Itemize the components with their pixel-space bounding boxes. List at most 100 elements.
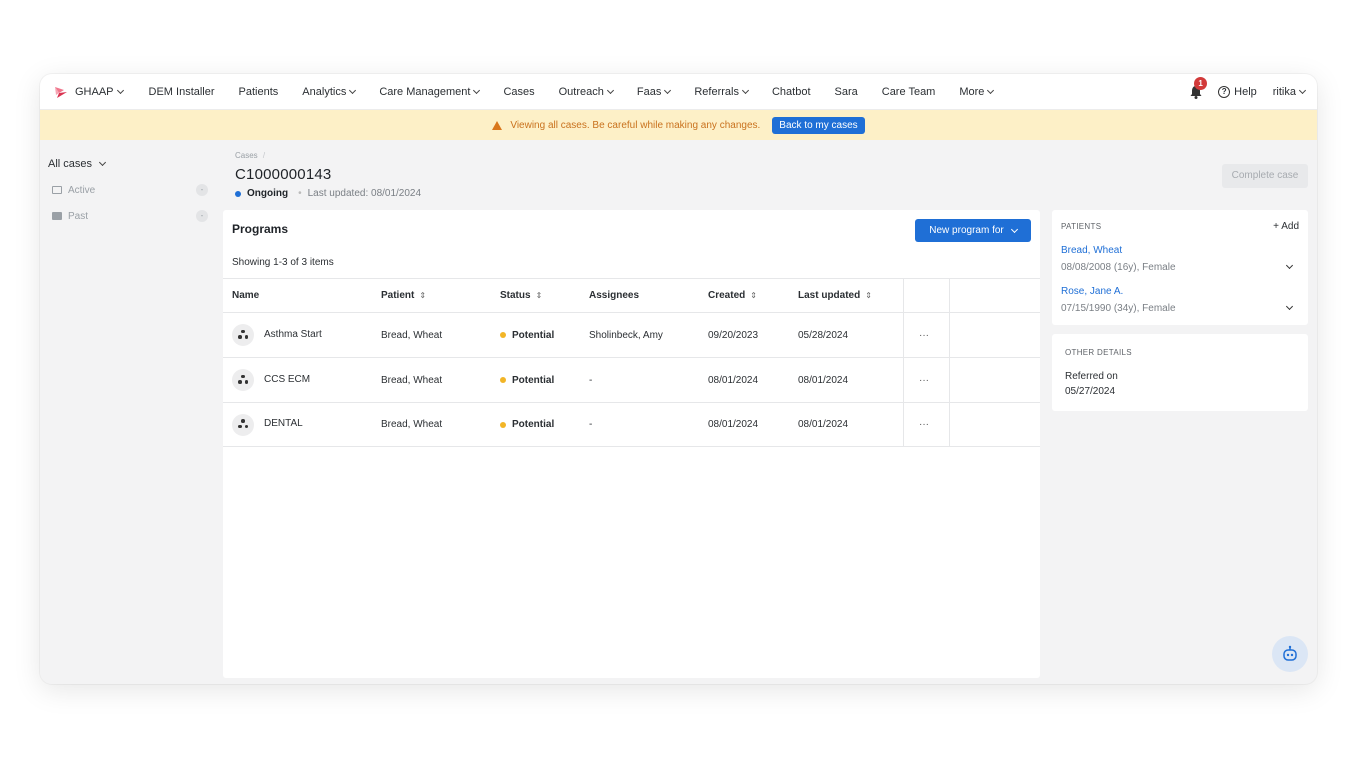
patient-name-link[interactable]: Bread, Wheat bbox=[1061, 245, 1122, 256]
sort-icon[interactable]: ⇕ bbox=[536, 291, 543, 300]
chevron-down-icon bbox=[1285, 261, 1294, 270]
table-row[interactable]: DENTAL Bread, Wheat Potential - 08/01/2024 08… bbox=[223, 402, 1040, 447]
other-details-title: OTHER DETAILS bbox=[1065, 348, 1132, 357]
all-cases-dropdown[interactable]: All cases bbox=[48, 158, 107, 170]
table-row[interactable]: Asthma Start Bread, Wheat Potential Sholinb… bbox=[223, 312, 1040, 357]
nav-item-outreach[interactable]: Outreach bbox=[559, 86, 614, 98]
program-icon bbox=[232, 369, 254, 391]
expand-patient-toggle[interactable] bbox=[1283, 255, 1294, 273]
new-program-label: New program for bbox=[929, 225, 1004, 236]
cell-last-updated: 08/01/2024 bbox=[798, 403, 848, 446]
table-row[interactable]: CCS ECM Bread, Wheat Potential - 08/01/2024 0… bbox=[223, 357, 1040, 402]
status-dot-icon bbox=[500, 377, 506, 383]
nav-item-care-management[interactable]: Care Management bbox=[379, 85, 481, 98]
program-icon bbox=[232, 413, 254, 436]
nav-item-sara[interactable]: Sara bbox=[835, 86, 858, 98]
nav-right: 1 ? Help ritika bbox=[1188, 74, 1307, 110]
sidebar-item-past[interactable]: Past - bbox=[52, 208, 208, 224]
nav-item-dem-installer[interactable]: DEM Installer bbox=[149, 86, 215, 98]
sort-icon[interactable]: ⇕ bbox=[750, 291, 757, 300]
patient-name-link[interactable]: Rose, Jane A. bbox=[1061, 286, 1123, 297]
breadcrumb: Cases / bbox=[235, 151, 265, 160]
program-name: DENTAL bbox=[264, 418, 303, 429]
nav-items: DEM Installer Patients Analytics Care Manag… bbox=[149, 86, 1018, 98]
nav-item-analytics[interactable]: Analytics bbox=[302, 85, 357, 98]
chevron-down-icon bbox=[116, 86, 124, 94]
add-patient-button[interactable]: + Add bbox=[1273, 221, 1299, 232]
user-menu[interactable]: ritika bbox=[1273, 86, 1307, 98]
sidebar-item-label: Past bbox=[68, 210, 89, 222]
complete-case-button[interactable]: Complete case bbox=[1222, 164, 1308, 188]
cell-status: Potential bbox=[500, 313, 554, 357]
sort-icon[interactable]: ⇕ bbox=[865, 291, 872, 300]
row-actions-menu[interactable]: ··· bbox=[919, 358, 929, 402]
cell-created: 08/01/2024 bbox=[708, 403, 758, 446]
nav-item-chatbot[interactable]: Chatbot bbox=[772, 86, 811, 98]
notification-count-badge: 1 bbox=[1194, 77, 1208, 90]
column-divider bbox=[949, 358, 950, 402]
all-cases-label: All cases bbox=[48, 158, 93, 170]
column-header-name[interactable]: Name bbox=[232, 279, 259, 312]
row-actions-menu[interactable]: ··· bbox=[919, 313, 929, 357]
nav-item-label: Analytics bbox=[302, 85, 347, 98]
patient-meta: 07/15/1990 (34y), Female bbox=[1061, 303, 1176, 314]
chevron-down-icon bbox=[1298, 86, 1307, 95]
nav-item-label: Care Management bbox=[379, 85, 471, 98]
help-link[interactable]: ? Help bbox=[1218, 86, 1257, 98]
column-label: Created bbox=[708, 290, 746, 301]
cell-status: Potential bbox=[500, 403, 554, 446]
cell-patient: Bread, Wheat bbox=[381, 358, 442, 402]
cell-last-updated-text: 08/01/2024 bbox=[798, 419, 849, 430]
nav-item-label: More bbox=[959, 85, 985, 98]
column-header-last-updated[interactable]: Last updated ⇕ bbox=[798, 279, 872, 312]
column-divider bbox=[949, 403, 950, 446]
cell-patient: Bread, Wheat bbox=[381, 313, 442, 357]
cell-status: Potential bbox=[500, 358, 554, 402]
status-dot-icon bbox=[235, 190, 241, 197]
nav-item-cases[interactable]: Cases bbox=[503, 86, 534, 98]
column-header-assignees[interactable]: Assignees bbox=[589, 279, 639, 312]
column-header-patient[interactable]: Patient ⇕ bbox=[381, 279, 426, 312]
items-count: Showing 1-3 of 3 items bbox=[232, 257, 334, 268]
brand-logo-icon bbox=[55, 86, 67, 98]
back-to-my-cases-button[interactable]: Back to my cases bbox=[772, 116, 865, 134]
cell-created-text: 09/20/2023 bbox=[708, 329, 759, 341]
brand-menu[interactable]: GHAAP bbox=[53, 84, 124, 100]
column-divider bbox=[949, 313, 950, 357]
referred-on-value: 05/27/2024 bbox=[1065, 386, 1116, 397]
nav-item-more[interactable]: More bbox=[959, 85, 995, 98]
nav-item-faas[interactable]: Faas bbox=[637, 86, 672, 98]
new-program-button[interactable]: New program for bbox=[915, 219, 1031, 242]
column-divider bbox=[903, 403, 904, 446]
cell-status-text: Potential bbox=[512, 419, 555, 430]
sidebar-item-active[interactable]: Active - bbox=[52, 182, 208, 198]
nav-item-label: Sara bbox=[834, 85, 858, 98]
nav-item-label: Referrals bbox=[694, 85, 739, 98]
warning-banner: Viewing all cases. Be careful while maki… bbox=[40, 110, 1317, 140]
help-icon: ? bbox=[1218, 86, 1231, 98]
row-actions-menu[interactable]: ··· bbox=[919, 403, 929, 446]
nav-item-patients[interactable]: Patients bbox=[239, 86, 279, 98]
chatbot-button[interactable] bbox=[1272, 636, 1308, 672]
expand-patient-toggle[interactable] bbox=[1283, 296, 1294, 314]
cell-last-updated: 05/28/2024 bbox=[798, 313, 848, 357]
breadcrumb-cases[interactable]: Cases bbox=[235, 151, 258, 160]
nav-item-label: DEM Installer bbox=[148, 85, 215, 98]
nav-item-referrals[interactable]: Referrals bbox=[694, 85, 750, 98]
status-dot-icon bbox=[500, 332, 506, 338]
nav-item-care-team[interactable]: Care Team bbox=[882, 86, 936, 98]
notification-bell[interactable]: 1 bbox=[1188, 77, 1208, 100]
column-divider bbox=[903, 279, 904, 312]
sort-icon[interactable]: ⇕ bbox=[419, 291, 426, 300]
page-title: C1000000143 bbox=[235, 166, 332, 183]
status-label: Ongoing bbox=[247, 188, 289, 199]
cell-assignees: Sholinbeck, Amy bbox=[589, 313, 663, 357]
table-header-row: Name Patient ⇕ Status ⇕ Assignees Created ⇕… bbox=[223, 278, 1040, 312]
sidebar-item-count: - bbox=[196, 184, 208, 196]
chevron-down-icon bbox=[349, 86, 357, 94]
column-header-status[interactable]: Status ⇕ bbox=[500, 279, 542, 312]
cell-created-text: 08/01/2024 bbox=[708, 419, 759, 430]
left-sidebar: All cases Active - Past - bbox=[40, 140, 212, 684]
column-header-created[interactable]: Created ⇕ bbox=[708, 279, 757, 312]
status-dot-icon bbox=[500, 421, 506, 428]
